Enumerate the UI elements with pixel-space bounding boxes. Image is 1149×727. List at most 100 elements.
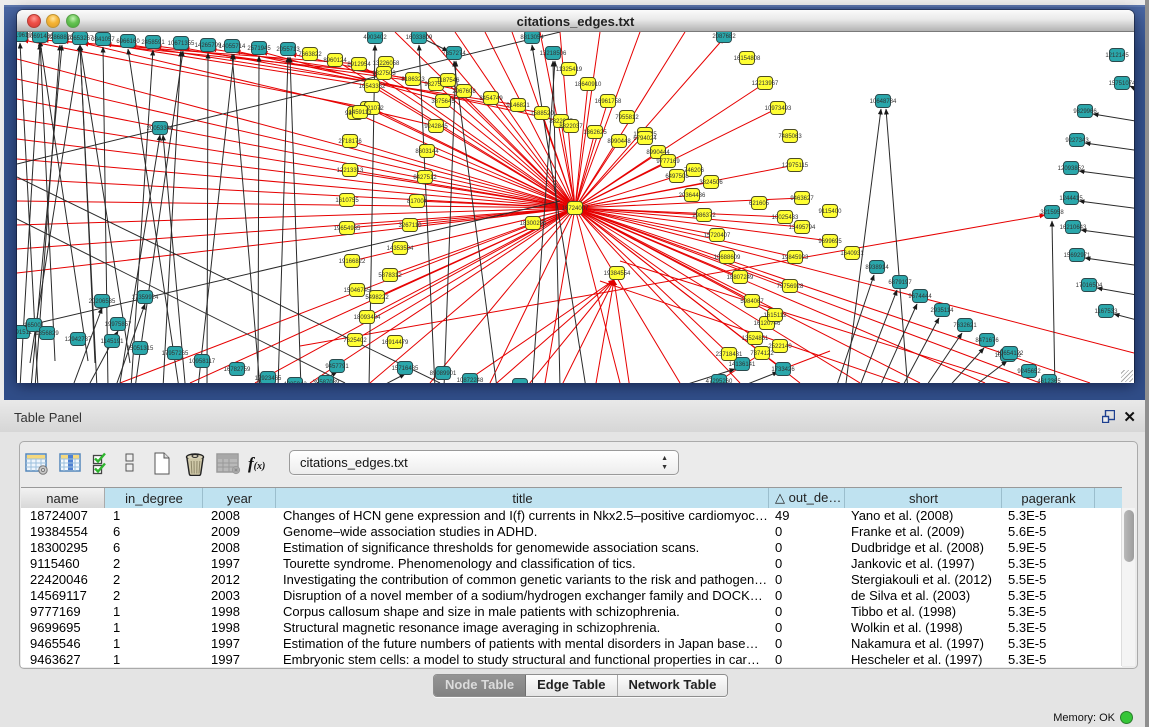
svg-text:16914479: 16914479 [382, 340, 409, 346]
svg-text:7663822: 7663822 [298, 52, 322, 58]
svg-text:12923465: 12923465 [255, 376, 282, 382]
svg-text:10688609: 10688609 [714, 255, 741, 261]
svg-text:6497508: 6497508 [665, 174, 689, 180]
svg-text:15720407: 15720407 [704, 233, 731, 239]
svg-text:8603144: 8603144 [415, 149, 439, 155]
svg-text:10654122: 10654122 [997, 351, 1024, 357]
svg-text:12093852: 12093852 [1058, 166, 1085, 172]
svg-text:4903402: 4903402 [363, 35, 387, 41]
svg-text:12942737: 12942737 [65, 337, 92, 343]
svg-text:16782759: 16782759 [224, 367, 251, 373]
svg-text:9699695: 9699695 [818, 239, 842, 245]
svg-text:1212145: 1212145 [1105, 53, 1129, 59]
svg-text:2571945: 2571945 [247, 46, 271, 52]
svg-text:20206535: 20206535 [89, 299, 116, 305]
svg-text:7625402: 7625402 [343, 338, 367, 344]
svg-text:79756928: 79756928 [777, 284, 804, 290]
svg-text:10671355: 10671355 [168, 41, 195, 47]
svg-text:1610755: 1610755 [335, 198, 359, 204]
svg-text:12975115: 12975115 [782, 163, 809, 169]
svg-text:10648784: 10648784 [870, 99, 897, 105]
svg-text:8427512: 8427512 [413, 175, 437, 181]
svg-text:7357274: 7357274 [442, 51, 466, 57]
svg-text:2935114: 2935114 [931, 308, 955, 314]
svg-text:9457791: 9457791 [325, 364, 349, 370]
svg-text:9463627: 9463627 [790, 196, 814, 202]
svg-text:4335942: 4335942 [283, 382, 307, 383]
svg-text:1167533: 1167533 [1095, 309, 1119, 315]
svg-text:9115400: 9115400 [819, 209, 843, 215]
svg-text:19384554: 19384554 [604, 271, 631, 277]
svg-text:4612365: 4612365 [1037, 379, 1061, 383]
svg-text:13218506: 13218506 [540, 51, 567, 57]
svg-text:2986372: 2986372 [692, 213, 716, 219]
svg-text:1145191: 1145191 [101, 339, 125, 345]
svg-text:14136141: 14136141 [729, 362, 756, 368]
svg-text:5498222: 5498222 [365, 295, 389, 301]
svg-text:20053346: 20053346 [147, 126, 174, 132]
svg-text:10653267: 10653267 [67, 36, 94, 42]
svg-text:8454749: 8454749 [479, 96, 503, 102]
svg-text:13524851: 13524851 [742, 336, 769, 342]
svg-text:6794024: 6794024 [633, 136, 657, 142]
svg-text:8186323: 8186323 [401, 77, 425, 83]
svg-text:12213313: 12213313 [337, 168, 364, 174]
svg-text:19166822: 19166822 [339, 259, 366, 265]
svg-text:16033809: 16033809 [406, 35, 433, 41]
svg-text:3824506: 3824506 [699, 180, 723, 186]
svg-text:18093484: 18093484 [354, 315, 381, 321]
svg-text:18300295: 18300295 [520, 221, 547, 227]
svg-text:19975857: 19975857 [105, 322, 132, 328]
svg-text:19845923: 19845923 [782, 255, 809, 261]
svg-text:9674444: 9674444 [908, 294, 932, 300]
svg-text:7632621: 7632621 [953, 323, 977, 329]
svg-text:8938914: 8938914 [865, 265, 889, 271]
svg-text:8990448: 8990448 [607, 139, 631, 145]
svg-text:2522140: 2522140 [768, 344, 792, 350]
svg-text:13495794: 13495794 [789, 225, 816, 231]
svg-text:19654935: 19654935 [334, 226, 361, 232]
svg-text:18640910: 18640910 [575, 82, 602, 88]
svg-text:9327503: 9327503 [372, 71, 396, 77]
svg-text:7955812: 7955812 [615, 115, 639, 121]
svg-text:10025433: 10025433 [772, 215, 799, 221]
svg-text:1733426: 1733426 [771, 367, 795, 373]
svg-text:20364436: 20364436 [679, 193, 706, 199]
svg-text:1187546: 1187546 [437, 78, 461, 84]
svg-text:8960124: 8960124 [323, 58, 347, 64]
svg-text:17359924: 17359924 [132, 295, 159, 301]
svg-text:23718431: 23718431 [716, 352, 743, 358]
svg-text:7485063: 7485063 [778, 134, 802, 140]
svg-text:1244415: 1244415 [1059, 196, 1083, 202]
svg-text:14353594: 14353594 [387, 246, 414, 252]
svg-text:8471676: 8471676 [975, 338, 999, 344]
svg-text:16154808: 16154808 [734, 56, 761, 62]
svg-text:2458591: 2458591 [141, 40, 165, 46]
svg-text:2055713: 2055713 [276, 47, 300, 53]
svg-text:8813054: 8813054 [520, 35, 544, 41]
svg-text:1356829: 1356829 [35, 331, 59, 337]
svg-text:3341057: 3341057 [91, 37, 115, 43]
svg-text:6966160: 6966160 [116, 39, 140, 45]
svg-text:11325419: 11325419 [556, 67, 583, 73]
svg-text:10958117: 10958117 [189, 359, 216, 365]
svg-text:16210643: 16210643 [1060, 225, 1087, 231]
svg-text:39587039: 39587039 [313, 380, 340, 383]
svg-text:3875645: 3875645 [431, 99, 455, 105]
svg-text:3267110: 3267110 [399, 223, 423, 229]
svg-text:817004: 817004 [407, 199, 428, 205]
svg-text:15046745: 15046745 [344, 288, 371, 294]
svg-text:5984067: 5984067 [740, 299, 764, 305]
svg-text:15051315: 15051315 [127, 346, 154, 352]
svg-text:746206: 746206 [684, 168, 705, 174]
svg-text:6879197: 6879197 [888, 280, 912, 286]
svg-text:9329966: 9329966 [1073, 109, 1097, 115]
svg-text:2967608: 2967608 [452, 89, 476, 95]
svg-text:15751074: 15751074 [1109, 81, 1134, 87]
svg-text:2718176: 2718176 [338, 139, 362, 145]
svg-text:15692971: 15692971 [1064, 253, 1091, 259]
svg-text:9245652: 9245652 [1017, 369, 1041, 375]
svg-text:18724007: 18724007 [562, 206, 589, 212]
svg-text:5878312: 5878312 [378, 273, 402, 279]
svg-text:9146821: 9146821 [506, 103, 530, 109]
